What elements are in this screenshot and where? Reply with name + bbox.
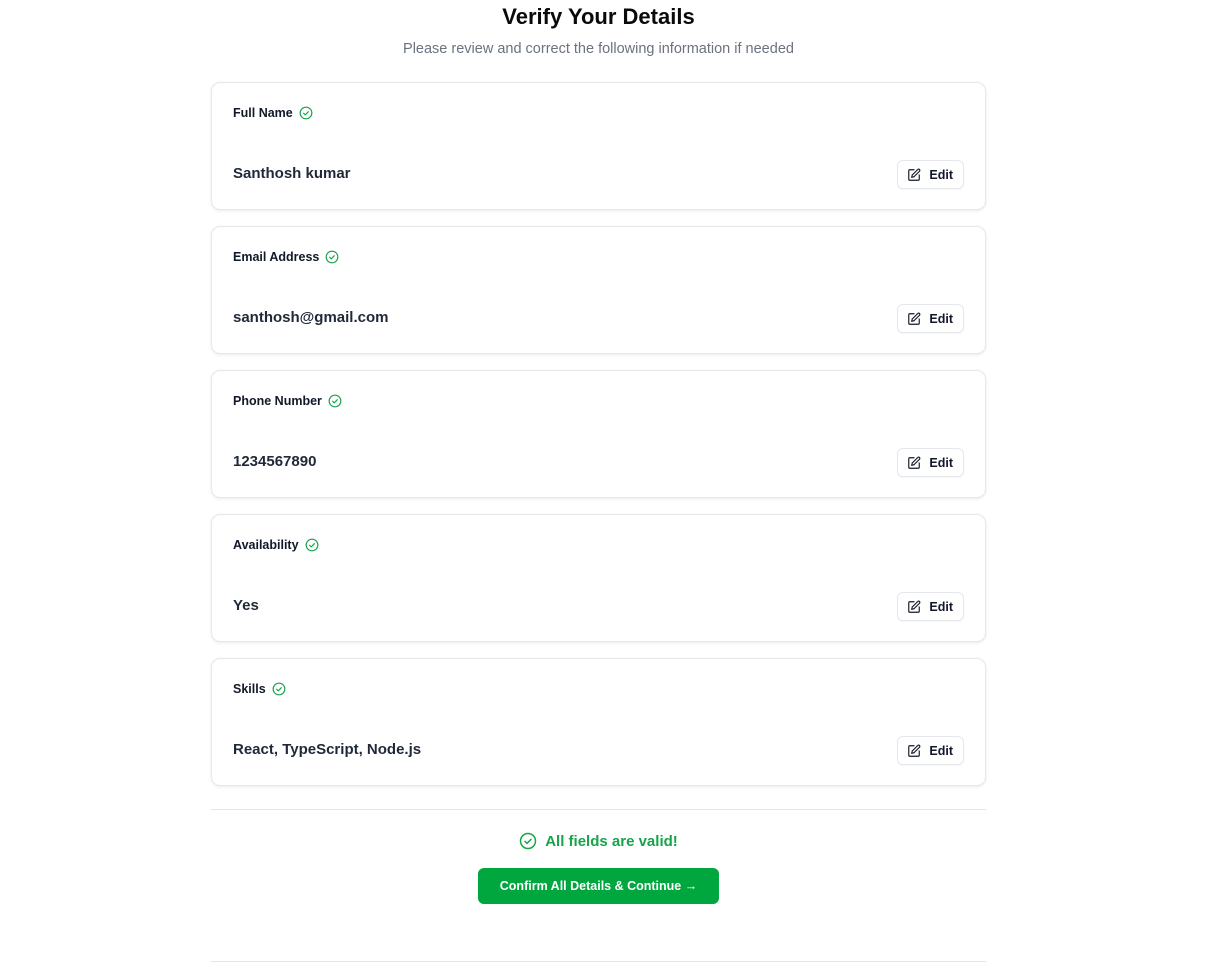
- page-subtitle: Please review and correct the following …: [403, 41, 794, 57]
- edit-icon: [907, 744, 921, 758]
- field-value: Santhosh kumar: [233, 165, 351, 182]
- check-circle-icon: [272, 682, 286, 696]
- validation-status: All fields are valid!: [211, 832, 986, 850]
- edit-icon: [907, 456, 921, 470]
- check-circle-icon: [305, 538, 319, 552]
- field-label: Email Address: [233, 250, 320, 264]
- edit-icon: [907, 600, 921, 614]
- edit-icon: [907, 168, 921, 182]
- header: Verify Your Details Please review and co…: [0, 0, 1197, 58]
- field-card-skills: Skills React, TypeScript, Node.js Edit: [211, 658, 986, 786]
- field-label: Availability: [233, 538, 299, 552]
- field-value: 1234567890: [233, 453, 317, 470]
- edit-button-label: Edit: [929, 455, 953, 470]
- edit-button-phone-number[interactable]: Edit: [897, 448, 964, 477]
- field-card-email-address: Email Address santhosh@gmail.com Edit: [211, 226, 986, 354]
- field-label: Skills: [233, 682, 266, 696]
- edit-icon: [907, 312, 921, 326]
- check-circle-icon: [325, 250, 339, 264]
- field-value: React, TypeScript, Node.js: [233, 741, 422, 758]
- field-list: Full Name Santhosh kumar Edit Email Addr…: [211, 82, 986, 802]
- field-value: Yes: [233, 597, 259, 614]
- field-card-availability: Availability Yes Edit: [211, 514, 986, 642]
- page-title: Verify Your Details: [502, 4, 695, 29]
- check-circle-icon: [299, 106, 313, 120]
- verify-details-page: Verify Your Details Please review and co…: [0, 0, 1215, 970]
- check-circle-icon: [328, 394, 342, 408]
- edit-button-label: Edit: [929, 743, 953, 758]
- field-label-row: Full Name: [233, 106, 313, 120]
- edit-button-full-name[interactable]: Edit: [897, 160, 964, 189]
- field-label-row: Availability: [233, 538, 319, 552]
- edit-button-label: Edit: [929, 599, 953, 614]
- edit-button-label: Edit: [929, 311, 953, 326]
- validation-status-text: All fields are valid!: [545, 832, 678, 850]
- edit-button-email-address[interactable]: Edit: [897, 304, 964, 333]
- field-card-phone-number: Phone Number 1234567890 Edit: [211, 370, 986, 498]
- field-card-full-name: Full Name Santhosh kumar Edit: [211, 82, 986, 210]
- edit-button-skills[interactable]: Edit: [897, 736, 964, 765]
- field-value: santhosh@gmail.com: [233, 309, 389, 326]
- field-label: Full Name: [233, 106, 293, 120]
- edit-button-availability[interactable]: Edit: [897, 592, 964, 621]
- section-divider: [211, 809, 986, 810]
- confirm-continue-button[interactable]: Confirm All Details & Continue →: [478, 868, 719, 904]
- edit-button-label: Edit: [929, 167, 953, 182]
- field-label-row: Phone Number: [233, 394, 342, 408]
- field-label: Phone Number: [233, 394, 322, 408]
- field-label-row: Email Address: [233, 250, 339, 264]
- field-label-row: Skills: [233, 682, 286, 696]
- check-circle-icon: [519, 832, 537, 850]
- bottom-divider: [211, 961, 986, 962]
